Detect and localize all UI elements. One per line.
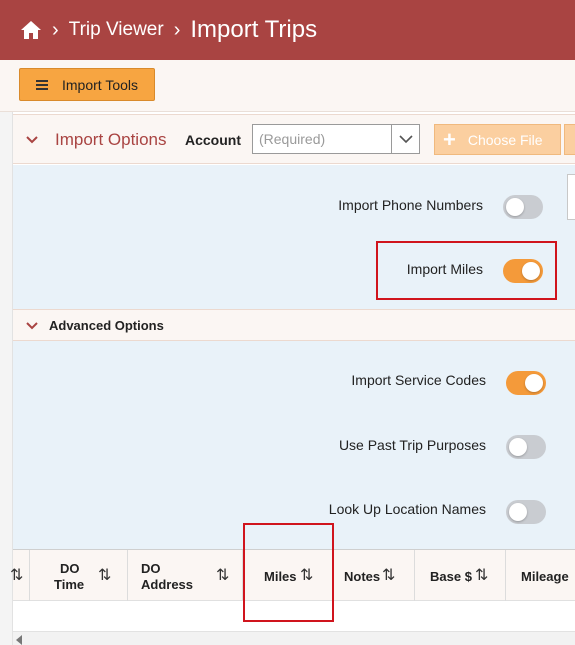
account-select[interactable]: (Required) — [252, 124, 420, 154]
sort-icon[interactable]: ⇅ — [216, 565, 229, 585]
column-label: Address — [141, 577, 194, 592]
import-phone-numbers-toggle[interactable] — [503, 195, 543, 219]
account-label: Account — [185, 132, 241, 148]
chevron-right-icon: › — [52, 18, 59, 41]
import-service-codes-toggle[interactable] — [506, 371, 546, 395]
advanced-options-header[interactable]: Advanced Options — [13, 309, 575, 341]
plus-icon: + — [443, 126, 456, 152]
chevron-down-icon[interactable] — [25, 319, 39, 333]
side-panel-edge — [567, 174, 575, 220]
column-header-notes[interactable]: Notes ⇅ — [333, 550, 415, 601]
column-header-do-address[interactable]: DO Address ⇅ — [128, 550, 243, 601]
column-label: DO — [141, 561, 161, 576]
more-button[interactable] — [564, 124, 575, 155]
look-up-location-names-toggle[interactable] — [506, 500, 546, 524]
home-icon[interactable] — [20, 20, 42, 40]
chevron-down-icon[interactable] — [25, 133, 39, 147]
choose-file-label: Choose File — [467, 131, 543, 148]
column-header-base[interactable]: Base $ ⇅ — [415, 550, 506, 601]
scroll-left-icon[interactable] — [16, 635, 22, 645]
column-label: Base $ — [430, 569, 472, 584]
use-past-trip-purposes-label: Use Past Trip Purposes — [338, 437, 486, 453]
toolbar: Import Tools — [0, 60, 575, 112]
app-header: › Trip Viewer › Import Trips — [0, 0, 575, 60]
page-title: Import Trips — [190, 16, 318, 43]
import-service-codes-label: Import Service Codes — [351, 372, 486, 388]
highlight-box-import-miles — [376, 241, 557, 300]
breadcrumb-trip-viewer[interactable]: Trip Viewer — [69, 19, 164, 41]
column-header-mileage[interactable]: Mileage — [506, 550, 575, 601]
column-header-partial[interactable]: ⇅ — [10, 550, 30, 601]
column-label: Mileage — [521, 569, 569, 584]
choose-file-button[interactable]: + Choose File — [434, 124, 561, 155]
look-up-location-names-label: Look Up Location Names — [328, 501, 486, 517]
horizontal-scrollbar[interactable] — [13, 631, 575, 645]
import-tools-button[interactable]: Import Tools — [19, 68, 155, 101]
sort-icon[interactable]: ⇅ — [382, 565, 395, 585]
sort-icon[interactable]: ⇅ — [475, 565, 488, 585]
column-label: Notes — [344, 569, 381, 584]
advanced-options-panel — [13, 341, 575, 549]
column-label: DO — [60, 561, 80, 576]
sort-icon[interactable]: ⇅ — [98, 565, 111, 585]
menu-icon — [36, 79, 48, 90]
chevron-down-icon[interactable] — [391, 125, 419, 153]
column-label: Time — [54, 577, 85, 592]
sort-icon[interactable]: ⇅ — [10, 565, 23, 585]
import-options-title: Import Options — [55, 130, 167, 149]
account-placeholder: (Required) — [259, 131, 326, 147]
import-phone-numbers-label: Import Phone Numbers — [338, 197, 483, 213]
import-tools-label: Import Tools — [62, 76, 138, 93]
column-header-do-time[interactable]: DO Time ⇅ — [30, 550, 128, 601]
highlight-box-miles-column — [243, 523, 334, 622]
advanced-options-title: Advanced Options — [49, 318, 164, 333]
import-options-header: Import Options Account (Required) + Choo… — [13, 114, 575, 164]
chevron-right-icon: › — [173, 18, 181, 41]
use-past-trip-purposes-toggle[interactable] — [506, 435, 546, 459]
